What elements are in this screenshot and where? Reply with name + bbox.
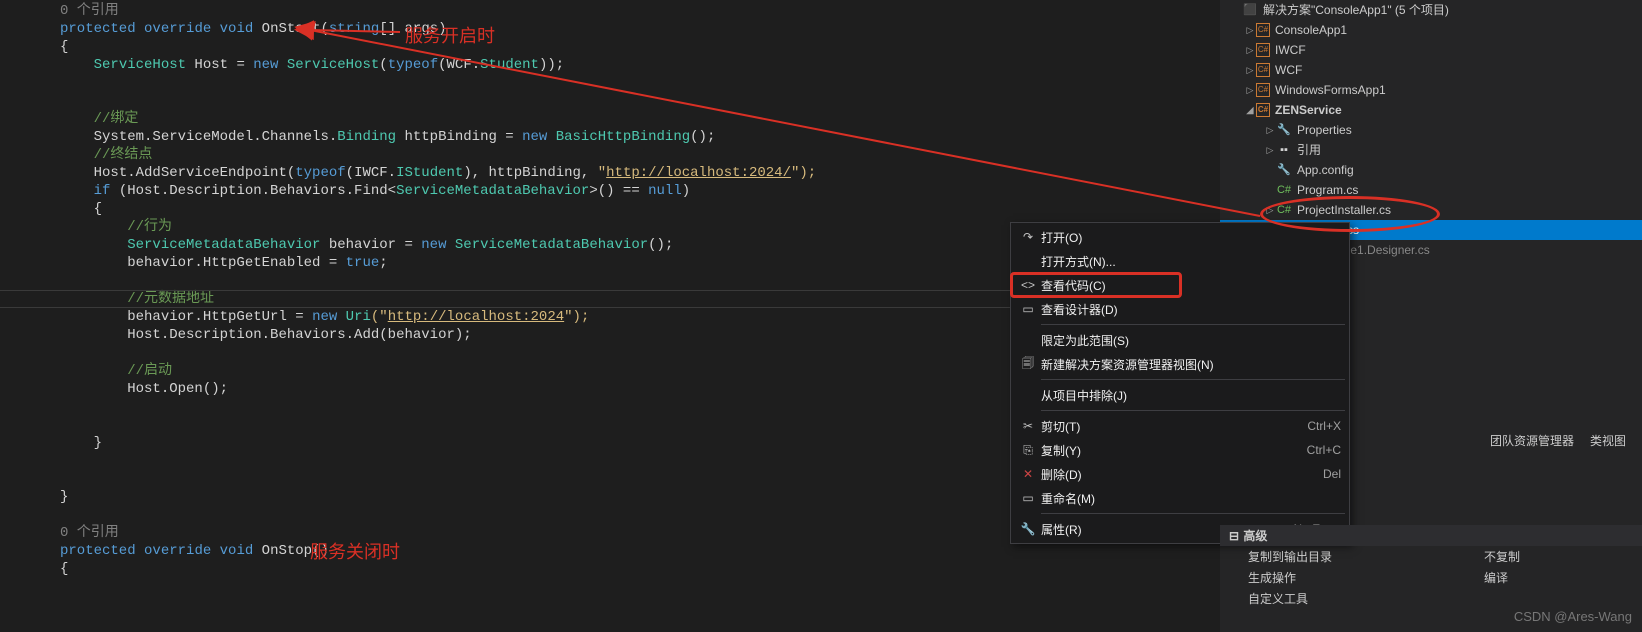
menu-rename[interactable]: ▭重命名(M) [1011, 486, 1349, 510]
code-line[interactable]: protected override void OnStop() [60, 542, 1220, 560]
menu-cut[interactable]: ✂剪切(T)Ctrl+X [1011, 414, 1349, 438]
tree-label: App.config [1297, 160, 1354, 180]
properties-panel[interactable]: ⊟ 高级 复制到输出目录不复制 生成操作编译 自定义工具 [1220, 525, 1642, 609]
collapse-icon[interactable]: ⊟ [1228, 529, 1240, 543]
tree-label: ProjectInstaller.cs [1297, 200, 1391, 220]
code-line[interactable]: //绑定 [60, 110, 1220, 128]
menu-newview[interactable]: 🗐新建解决方案资源管理器视图(N) [1011, 352, 1349, 376]
newview-icon: 🗐 [1015, 354, 1041, 375]
csharp-project-icon: C# [1256, 83, 1270, 97]
tree-label: IWCF [1275, 40, 1306, 60]
code-line[interactable]: ServiceHost Host = new ServiceHost(typeo… [60, 56, 1220, 74]
wrench-icon: 🔧 [1276, 122, 1292, 138]
code-line[interactable]: if (Host.Description.Behaviors.Find<Serv… [60, 182, 1220, 200]
csharp-project-icon: C# [1256, 63, 1270, 77]
menu-copy[interactable]: ⎘复制(Y)Ctrl+C [1011, 438, 1349, 462]
prop-key: 自定义工具 [1248, 590, 1484, 607]
code-line[interactable]: protected override void OnStart(string[]… [60, 20, 1220, 38]
expander-icon[interactable]: ▷ [1244, 40, 1256, 60]
references-node[interactable]: ▷▪▪ 引用 [1220, 140, 1642, 160]
properties-node[interactable]: ▷🔧 Properties [1220, 120, 1642, 140]
prop-row[interactable]: 生成操作编译 [1220, 567, 1642, 588]
menu-open[interactable]: ↷打开(O) [1011, 225, 1349, 249]
menu-separator [1041, 410, 1345, 411]
code-line[interactable]: { [60, 200, 1220, 218]
expander-icon[interactable]: ▷ [1244, 20, 1256, 40]
code-line[interactable]: { [60, 560, 1220, 578]
context-menu: ↷打开(O) 打开方式(N)... <>查看代码(C) ▭查看设计器(D) 限定… [1010, 222, 1350, 544]
csharp-file-icon: C# [1276, 182, 1292, 198]
program-file[interactable]: C# Program.cs [1220, 180, 1642, 200]
menu-separator [1041, 513, 1345, 514]
project-iwcf[interactable]: ▷C# IWCF [1220, 40, 1642, 60]
annotation-onstop: 服务关闭时 [310, 538, 400, 564]
prop-key: 复制到输出目录 [1248, 548, 1484, 565]
csharp-project-icon: C# [1256, 103, 1270, 117]
menu-openwith[interactable]: 打开方式(N)... [1011, 249, 1349, 273]
tree-label: 解决方案"ConsoleApp1" (5 个项目) [1263, 0, 1449, 20]
menu-viewdesigner[interactable]: ▭查看设计器(D) [1011, 297, 1349, 321]
menu-separator [1041, 324, 1345, 325]
project-consoleapp1[interactable]: ▷C# ConsoleApp1 [1220, 20, 1642, 40]
code-line[interactable]: //终结点 [60, 146, 1220, 164]
tree-label: 引用 [1297, 140, 1321, 160]
tree-label: Program.cs [1297, 180, 1358, 200]
menu-exclude[interactable]: 从项目中排除(J) [1011, 383, 1349, 407]
references-icon: ▪▪ [1276, 142, 1292, 158]
prop-val[interactable]: 不复制 [1484, 548, 1634, 565]
annotation-onstart: 服务开启时 [405, 22, 495, 48]
tree-label: Properties [1297, 120, 1352, 140]
appconfig-file[interactable]: 🔧 App.config [1220, 160, 1642, 180]
code-line[interactable]: Host.AddServiceEndpoint(typeof(IWCF.IStu… [60, 164, 1220, 182]
code-line[interactable]: System.ServiceModel.Channels.Binding htt… [60, 128, 1220, 146]
solution-icon: ⬛ [1242, 2, 1258, 18]
code-line[interactable]: { [60, 38, 1220, 56]
menu-separator [1041, 379, 1345, 380]
tab-team-explorer[interactable]: 团队资源管理器 [1484, 430, 1580, 451]
menu-viewcode[interactable]: <>查看代码(C) [1011, 273, 1349, 297]
expander-icon[interactable]: ▷ [1244, 80, 1256, 100]
properties-icon: 🔧 [1015, 522, 1041, 536]
designer-icon: ▭ [1015, 302, 1041, 316]
prop-val[interactable] [1484, 590, 1634, 607]
codelens-references-1[interactable]: 0 个引用 [60, 3, 119, 19]
tree-label: ZENService [1275, 100, 1342, 120]
menu-delete[interactable]: ✕删除(D)Del [1011, 462, 1349, 486]
config-file-icon: 🔧 [1276, 162, 1292, 178]
expander-icon[interactable]: ▷ [1244, 60, 1256, 80]
tree-label: WindowsFormsApp1 [1275, 80, 1386, 100]
cut-icon: ✂ [1015, 419, 1041, 433]
rename-icon: ▭ [1015, 491, 1041, 505]
prop-row[interactable]: 自定义工具 [1220, 588, 1642, 609]
expander-icon[interactable]: ▷ [1264, 140, 1276, 160]
prop-key: 生成操作 [1248, 569, 1484, 586]
watermark: CSDN @Ares-Wang [1514, 609, 1632, 624]
csharp-project-icon: C# [1256, 23, 1270, 37]
prop-val[interactable]: 编译 [1484, 569, 1634, 586]
code-icon: <> [1015, 278, 1041, 292]
project-zenservice[interactable]: ◢C# ZENService [1220, 100, 1642, 120]
codelens-references-2[interactable]: 0 个引用 [60, 525, 119, 541]
tab-class-view[interactable]: 类视图 [1584, 430, 1632, 451]
panel-tabs: 团队资源管理器 类视图 [1484, 430, 1632, 451]
expander-icon[interactable]: ▷ [1264, 200, 1276, 220]
csharp-project-icon: C# [1256, 43, 1270, 57]
copy-icon: ⎘ [1015, 443, 1041, 458]
projectinstaller-file[interactable]: ▷C# ProjectInstaller.cs [1220, 200, 1642, 220]
tree-label: ConsoleApp1 [1275, 20, 1347, 40]
solution-node[interactable]: ⬛ 解决方案"ConsoleApp1" (5 个项目) [1220, 0, 1642, 20]
menu-scope[interactable]: 限定为此范围(S) [1011, 328, 1349, 352]
prop-row[interactable]: 复制到输出目录不复制 [1220, 546, 1642, 567]
prop-group-advanced[interactable]: ⊟ 高级 [1220, 525, 1642, 546]
delete-icon: ✕ [1015, 467, 1041, 481]
expander-icon[interactable]: ◢ [1244, 100, 1256, 120]
project-winforms[interactable]: ▷C# WindowsFormsApp1 [1220, 80, 1642, 100]
project-wcf[interactable]: ▷C# WCF [1220, 60, 1642, 80]
open-icon: ↷ [1015, 230, 1041, 244]
csharp-file-icon: C# [1276, 202, 1292, 218]
tree-label: WCF [1275, 60, 1302, 80]
expander-icon[interactable]: ▷ [1264, 120, 1276, 140]
